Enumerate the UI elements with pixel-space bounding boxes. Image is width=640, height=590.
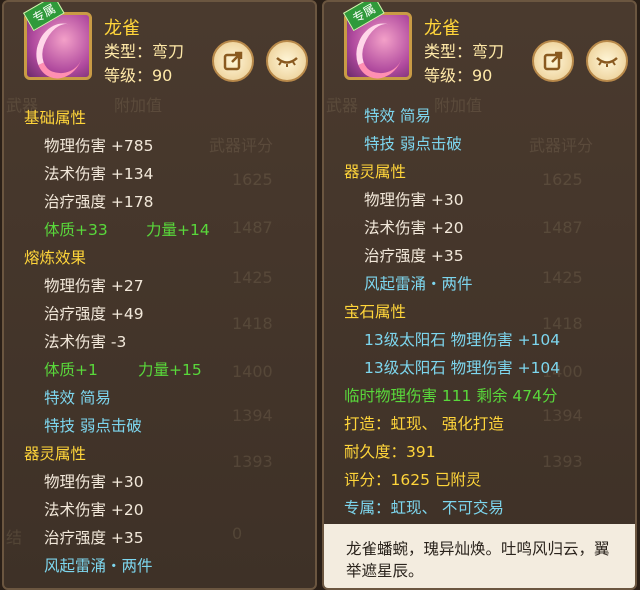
bg-column-weapon-2: 武器 — [326, 96, 359, 115]
bg-column-bonus-2: 附加值 — [434, 96, 483, 115]
special-effect-2: 特效 简易 — [364, 107, 431, 125]
hide-button-2[interactable] — [586, 40, 628, 82]
bg-column-score: 武器评分 — [209, 136, 274, 155]
smelt-attr-2: 治疗强度 +49 — [44, 305, 144, 323]
set-bonus: 风起雷涌・两件 — [44, 557, 153, 575]
weapon-icon[interactable]: 专属 — [23, 2, 92, 86]
item-name: 龙雀 — [104, 18, 140, 39]
base-attr-2: 法术伤害 +134 — [44, 165, 154, 183]
smelt-attr-1: 物理伤害 +27 — [44, 277, 144, 295]
bg-score-r7: 1393 — [542, 452, 583, 471]
bg-score-3: 1425 — [232, 268, 273, 287]
smelt-title: 熔炼效果 — [24, 249, 87, 267]
bg-score-r1: 1625 — [542, 170, 583, 189]
special-effect: 特效 简易 — [44, 389, 111, 407]
smelt-green-constitution: 体质+1 — [44, 361, 98, 379]
eye-closed-icon — [596, 57, 618, 67]
bg-score-r2: 1487 — [542, 218, 583, 237]
bg-partial-zero: 0 — [232, 524, 243, 543]
item-score: 评分：1625 已附灵 — [344, 471, 482, 489]
bg-score-5: 1400 — [232, 362, 273, 381]
item-tooltip-right: 武器 附加值 武器评分 1625 1487 1425 1418 1400 139… — [322, 0, 637, 590]
spirit-attr-r3: 治疗强度 +35 — [364, 247, 464, 265]
forge-info: 打造：虹现、 强化打造 — [344, 415, 504, 433]
share-button[interactable] — [212, 40, 254, 82]
spirit-attr-1: 物理伤害 +30 — [44, 473, 144, 491]
base-attr-3: 治疗强度 +178 — [44, 193, 154, 211]
spirit-title-2: 器灵属性 — [344, 163, 407, 181]
share-icon — [543, 51, 563, 71]
item-description: 龙雀蟠蜿，瑰异灿焕。吐鸣风归云，翼举遮星辰。 — [324, 524, 635, 588]
bg-column-bonus: 附加值 — [114, 96, 163, 115]
item-level: 等级：90 — [104, 66, 173, 85]
spirit-attr-r2: 法术伤害 +20 — [364, 219, 464, 237]
item-name-2: 龙雀 — [424, 18, 460, 39]
spirit-attr-3: 治疗强度 +35 — [44, 529, 144, 547]
item-type-2: 类型：弯刀 — [424, 42, 505, 61]
special-skill-2: 特技 弱点击破 — [364, 135, 462, 153]
share-button-2[interactable] — [532, 40, 574, 82]
share-icon — [223, 51, 243, 71]
gem-2: 13级太阳石 物理伤害 +104 — [364, 359, 561, 377]
base-green-strength: 力量+14 — [146, 221, 210, 239]
bg-score-6: 1394 — [232, 406, 273, 425]
bg-score-7: 1393 — [232, 452, 273, 471]
special-skill: 特技 弱点击破 — [44, 417, 142, 435]
bg-partial-text: 结 — [6, 528, 23, 547]
smelt-attr-3: 法术伤害 -3 — [44, 333, 127, 351]
bg-score-2: 1487 — [232, 218, 273, 237]
base-green-constitution: 体质+33 — [44, 221, 108, 239]
set-bonus-2: 风起雷涌・两件 — [364, 275, 473, 293]
item-header: 专属 龙雀 类型：弯刀 等级：90 — [4, 2, 315, 92]
bg-score-r6: 1394 — [542, 406, 583, 425]
spirit-attr-2: 法术伤害 +20 — [44, 501, 144, 519]
smelt-green-strength: 力量+15 — [138, 361, 202, 379]
exclusive-info: 专属：虹现、 不可交易 — [344, 499, 504, 517]
bg-score-4: 1418 — [232, 314, 273, 333]
base-attr-1: 物理伤害 +785 — [44, 137, 154, 155]
hide-button[interactable] — [266, 40, 308, 82]
weapon-icon-2[interactable]: 专属 — [343, 2, 412, 86]
base-attributes-title: 基础属性 — [24, 109, 87, 127]
gem-1: 13级太阳石 物理伤害 +104 — [364, 331, 561, 349]
spirit-attr-r1: 物理伤害 +30 — [364, 191, 464, 209]
bg-score-1: 1625 — [232, 170, 273, 189]
durability: 耐久度：391 — [344, 443, 436, 461]
spirit-title: 器灵属性 — [24, 445, 87, 463]
item-tooltip-left: 武器 附加值 武器评分 1625 1487 1425 1418 1400 139… — [2, 0, 317, 590]
eye-closed-icon — [276, 57, 298, 67]
bg-score-r3: 1425 — [542, 268, 583, 287]
gem-title: 宝石属性 — [344, 303, 407, 321]
item-level-2: 等级：90 — [424, 66, 493, 85]
item-header-2: 专属 龙雀 类型：弯刀 等级：90 — [324, 2, 635, 92]
temp-damage: 临时物理伤害 111 剩余 474分 — [344, 387, 558, 405]
bg-column-score-2: 武器评分 — [529, 136, 594, 155]
item-type: 类型：弯刀 — [104, 42, 185, 61]
